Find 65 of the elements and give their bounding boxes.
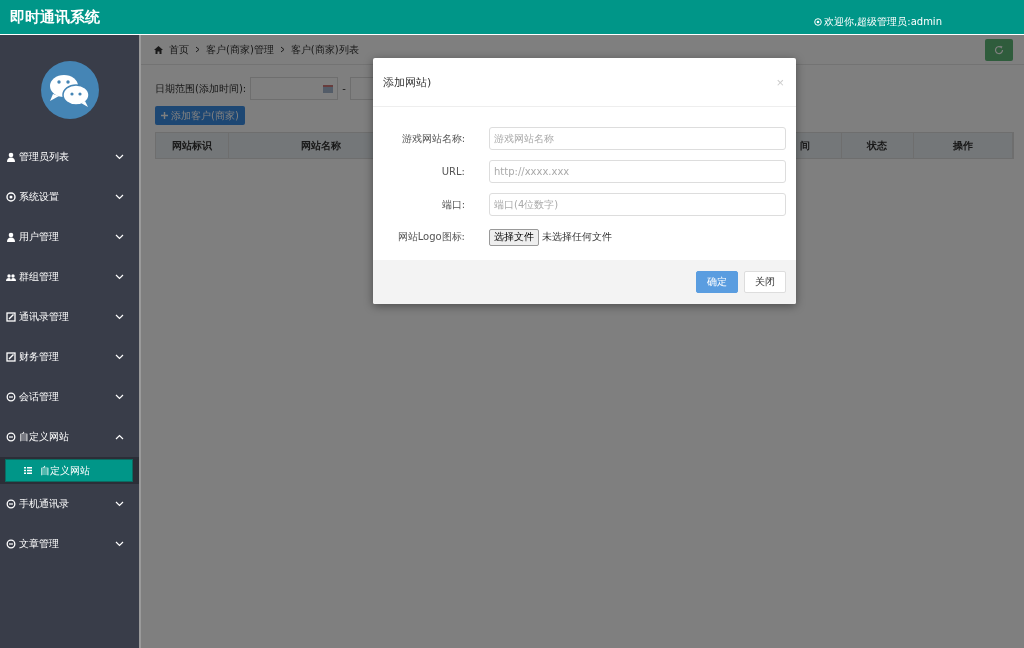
dialog-title: 添加网站) [383,74,432,90]
date-field[interactable] [250,77,339,100]
chevron-down-icon [115,314,124,320]
sidebar-item[interactable]: 会话管理 [0,377,139,417]
breadcrumb-link[interactable]: 首页 [169,42,189,57]
chevron-down-icon [115,541,124,547]
app-title: 即时通讯系统 [10,7,100,27]
settings-icon [6,192,16,202]
welcome-text: 欢迎你,超级管理员:admin [824,15,942,29]
users-icon [6,272,16,282]
chevron-down-icon [115,394,124,400]
text-field[interactable]: 游戏网站名称 [489,127,786,150]
sidebar-item[interactable]: 文章管理 [0,524,139,564]
column-header: 间 [800,138,811,153]
text-field[interactable]: http://xxxx.xxx [489,160,786,183]
column-header: 网站标识 [172,138,213,153]
sidebar-item[interactable]: 财务管理 [0,337,139,377]
field-label: 端口: [440,197,465,212]
user-circle-icon [814,18,823,26]
edit-icon [6,352,16,362]
chevron-right-icon [195,46,200,53]
column-header: 状态 [867,138,888,153]
chevron-down-icon [115,354,124,360]
list-icon [24,467,32,474]
refresh-button[interactable] [985,38,1013,61]
sidebar-item[interactable]: 手机通讯录 [0,484,139,524]
sidebar-item[interactable]: 管理员列表 [0,137,139,177]
chevron-down-icon [115,154,124,160]
date-separator: - [342,83,346,94]
date-range-label: 日期范围(添加时间): [155,81,247,96]
sidebar-item[interactable]: 群组管理 [0,257,139,297]
sidebar-item[interactable]: 用户管理 [0,217,139,257]
chat-bubbles-logo [40,61,99,119]
file-status: 未选择任何文件 [542,230,612,244]
text-field[interactable]: 端口(4位数字) [489,193,786,216]
chat-icon [6,539,16,549]
calendar-icon [323,84,334,93]
chevron-down-icon [115,501,124,507]
breadcrumb-link[interactable]: 客户(商家)管理 [206,42,274,57]
field-label: 游戏网站名称: [400,131,465,146]
chat-icon [6,432,16,442]
chevron-down-icon [115,274,124,280]
edit-icon [6,312,16,322]
chat-icon [6,499,16,509]
sidebar-item[interactable]: 自定义网站 [0,417,139,457]
plus-icon [161,112,168,119]
sidebar-item[interactable]: 系统设置 [0,177,139,217]
chat-icon [6,392,16,402]
sidebar-subitem[interactable]: 自定义网站 [5,459,133,482]
chevron-up-icon [115,434,124,440]
field-label: 网站Logo图标: [396,230,465,244]
close-button[interactable]: 关闭 [744,271,786,293]
user-icon [6,232,16,242]
user-icon [6,152,16,162]
chevron-down-icon [115,194,124,200]
chevron-down-icon [115,234,124,240]
sidebar-item[interactable]: 通讯录管理 [0,297,139,337]
chevron-right-icon [279,46,285,53]
field-label: URL: [440,166,465,177]
column-header: 网站名称 [301,138,342,153]
breadcrumb-link[interactable]: 客户(商家)列表 [290,42,359,57]
refresh-icon [994,44,1004,55]
column-header: 操作 [952,138,973,153]
choose-file-button[interactable]: 选择文件 [489,228,539,246]
home-icon [154,45,163,54]
